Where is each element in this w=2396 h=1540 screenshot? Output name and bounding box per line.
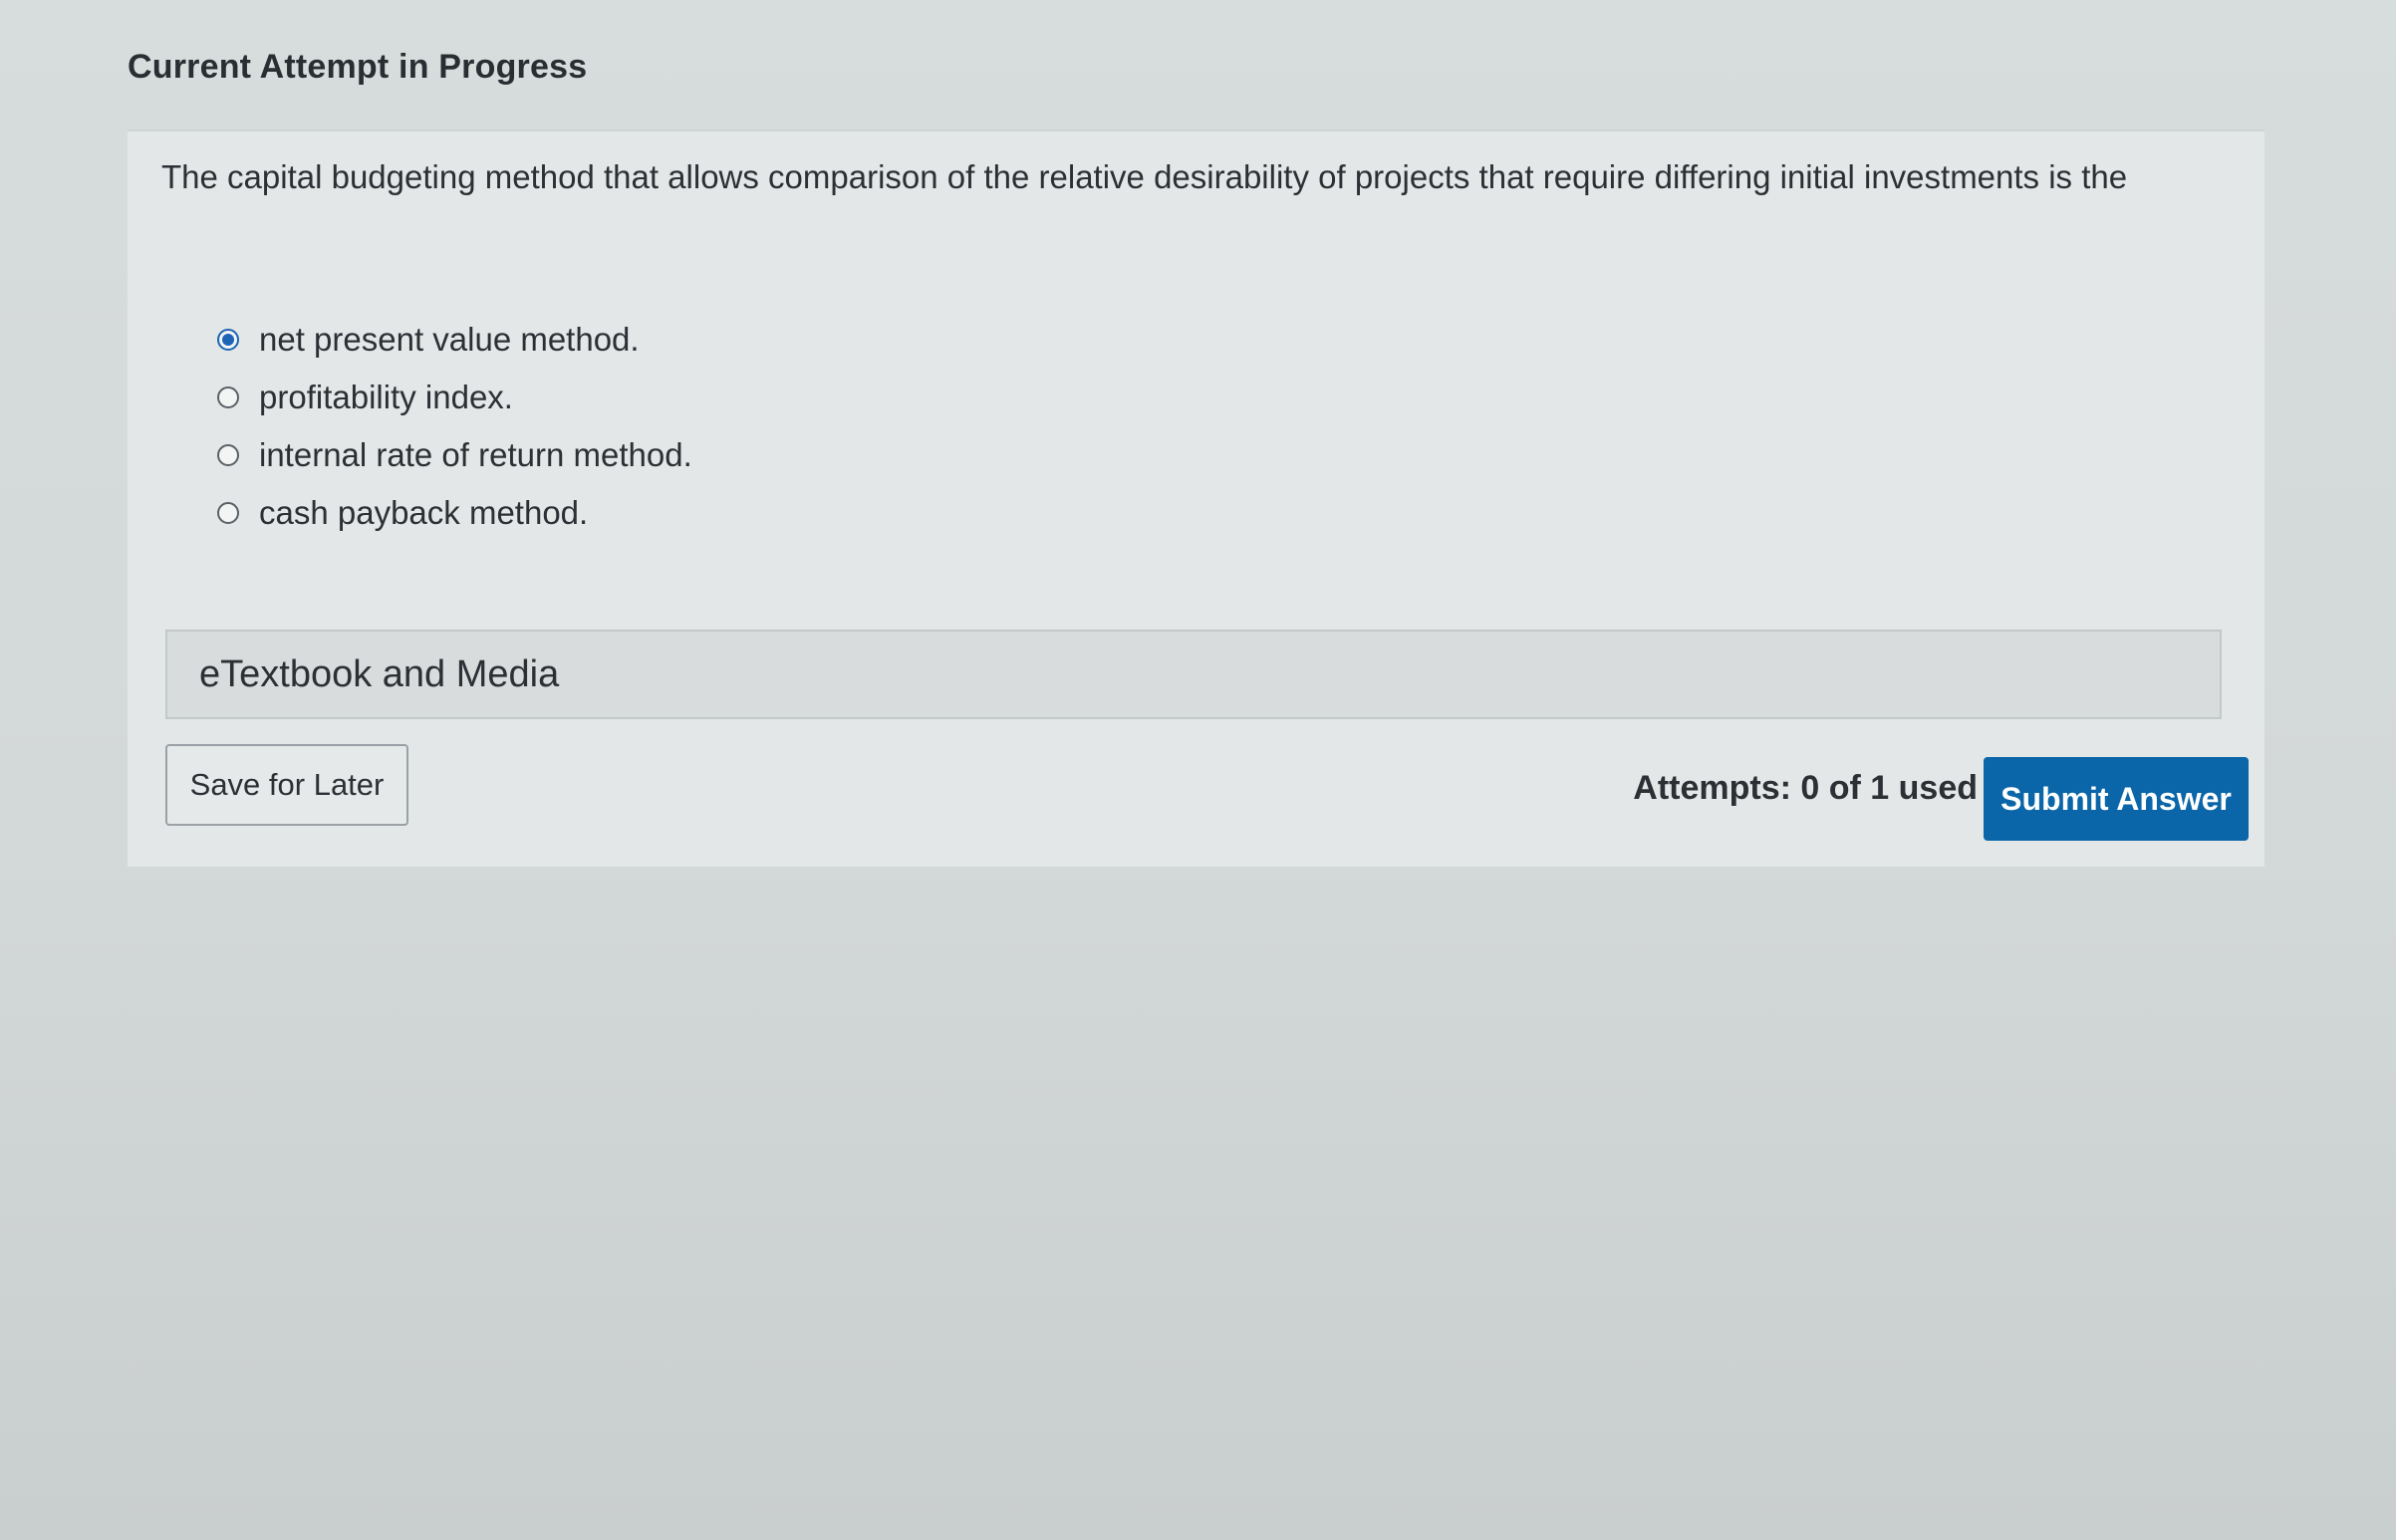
question-card: The capital budgeting method that allows… [128, 129, 2264, 867]
page-title: Current Attempt in Progress [128, 48, 588, 86]
radio-empty-icon[interactable] [217, 502, 239, 524]
attempts-counter: Attempts: 0 of 1 used [1633, 769, 1978, 807]
etextbook-label: eTextbook and Media [199, 652, 560, 695]
submit-answer-button[interactable]: Submit Answer [1984, 757, 2249, 841]
answer-options: net present value method. profitability … [217, 311, 692, 542]
option-cash-payback[interactable]: cash payback method. [217, 484, 692, 542]
save-for-later-button[interactable]: Save for Later [165, 744, 408, 826]
page: Current Attempt in Progress The capital … [0, 0, 2396, 1540]
option-label: internal rate of return method. [259, 436, 692, 473]
option-net-present-value[interactable]: net present value method. [217, 311, 692, 369]
question-text: The capital budgeting method that allows… [161, 158, 2128, 195]
radio-selected-icon[interactable] [217, 329, 239, 351]
option-profitability-index[interactable]: profitability index. [217, 369, 692, 426]
option-label: profitability index. [259, 379, 513, 415]
option-label: cash payback method. [259, 494, 589, 531]
radio-empty-icon[interactable] [217, 386, 239, 408]
option-internal-rate-of-return[interactable]: internal rate of return method. [217, 426, 692, 484]
radio-empty-icon[interactable] [217, 444, 239, 466]
etextbook-media-panel[interactable]: eTextbook and Media [165, 630, 2222, 719]
option-label: net present value method. [259, 321, 640, 358]
